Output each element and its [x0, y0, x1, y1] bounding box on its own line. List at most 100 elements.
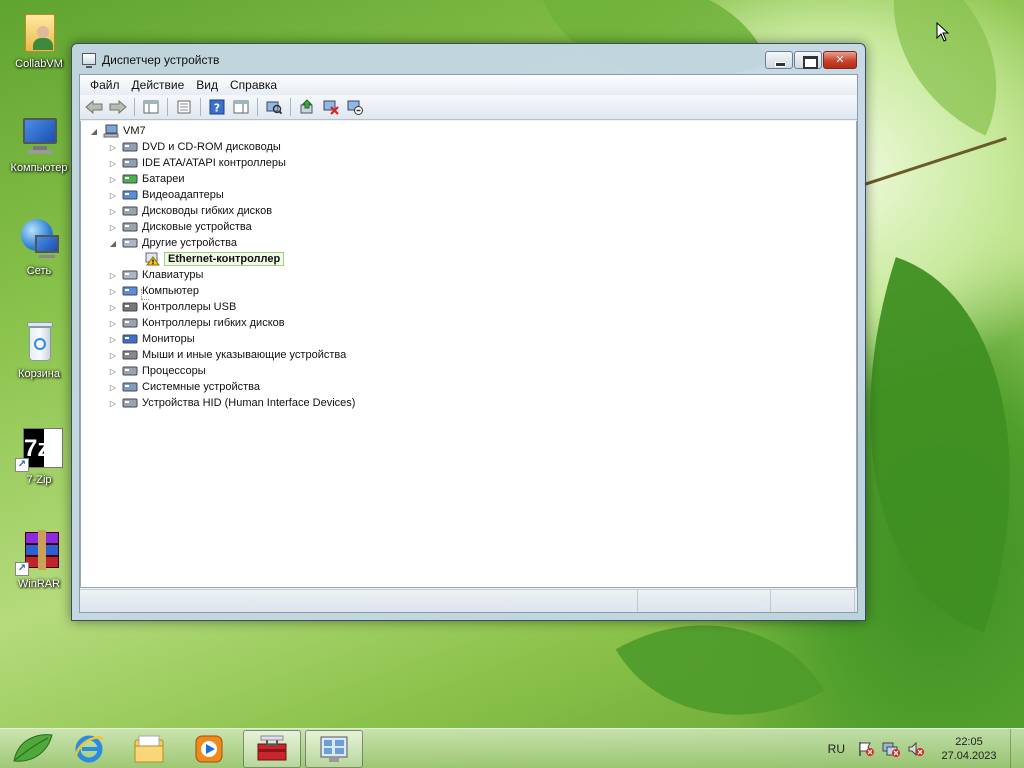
expand-icon[interactable]: ▷	[108, 158, 118, 168]
media-player-icon	[195, 735, 223, 763]
taskbar-toolbox[interactable]	[243, 730, 301, 768]
expand-icon[interactable]: ▷	[108, 222, 118, 232]
console-tree-icon	[143, 100, 159, 114]
tree-category-node[interactable]: ▷ Дисководы гибких дисков	[108, 203, 272, 219]
tree-device-label: Ethernet-контроллер	[164, 252, 285, 266]
desktop-icon-computer[interactable]: Компьютер	[4, 112, 74, 174]
expand-icon[interactable]: ▷	[108, 302, 118, 312]
desktop-icon-winrar[interactable]: ↗ WinRAR	[4, 528, 74, 590]
expand-icon[interactable]: ▷	[108, 350, 118, 360]
back-button[interactable]	[83, 97, 105, 117]
tree-root-node[interactable]: ◢ VM7	[89, 123, 146, 139]
device-manager-window[interactable]: Диспетчер устройств ✕ Файл Действие Вид …	[71, 43, 866, 621]
minimize-button[interactable]	[765, 51, 793, 69]
computer-node-icon	[103, 124, 119, 138]
title-bar[interactable]: Диспетчер устройств ✕	[72, 44, 865, 74]
taskbar-internet-explorer[interactable]	[60, 730, 118, 768]
menu-help[interactable]: Справка	[224, 78, 283, 92]
tree-category-node[interactable]: ▷ Устройства HID (Human Interface Devices…	[108, 395, 356, 411]
floppy-controller-icon	[122, 318, 138, 328]
expand-icon[interactable]: ▷	[108, 286, 118, 296]
expand-icon[interactable]: ▷	[108, 142, 118, 152]
maximize-button[interactable]	[794, 51, 822, 69]
network-tray-icon[interactable]	[882, 741, 900, 757]
expand-icon[interactable]: ▷	[108, 174, 118, 184]
expand-icon[interactable]: ▷	[108, 398, 118, 408]
tree-category-node[interactable]: ▷ Компьютер	[108, 283, 199, 299]
forward-button[interactable]	[107, 97, 129, 117]
menu-file[interactable]: Файл	[84, 78, 126, 92]
tree-category-label: Дисководы гибких дисков	[142, 205, 273, 217]
properties-icon	[177, 100, 191, 114]
tree-category-node[interactable]: ◢ Другие устройства	[108, 235, 237, 251]
tree-category-label: Мониторы	[142, 333, 195, 345]
tree-device-node[interactable]: Ethernet-контроллер	[144, 251, 285, 267]
volume-muted-icon[interactable]	[907, 741, 925, 757]
clock-date: 27.04.2023	[941, 750, 997, 762]
menu-action[interactable]: Действие	[126, 78, 191, 92]
action-center-icon[interactable]	[857, 741, 875, 757]
scan-hardware-button[interactable]	[263, 97, 285, 117]
tree-category-node[interactable]: ▷ Дисковые устройства	[108, 219, 252, 235]
help-button[interactable]: ?	[206, 97, 228, 117]
tree-category-node[interactable]: ▷ Клавиатуры	[108, 267, 203, 283]
tree-category-label: Другие устройства	[142, 237, 237, 249]
taskbar-media-player[interactable]	[180, 730, 238, 768]
desktop-icon-network[interactable]: Сеть	[4, 215, 74, 277]
tree-category-label: Дисковые устройства	[142, 221, 252, 233]
collapse-icon[interactable]: ◢	[108, 238, 118, 248]
expand-icon[interactable]: ▷	[108, 206, 118, 216]
close-button[interactable]: ✕	[823, 51, 857, 69]
uninstall-button[interactable]	[320, 97, 342, 117]
action-pane-button[interactable]	[230, 97, 252, 117]
expand-icon[interactable]: ▷	[108, 334, 118, 344]
battery-icon	[122, 174, 138, 184]
expand-icon[interactable]: ▷	[108, 382, 118, 392]
tree-category-node[interactable]: ▷ Батареи	[108, 171, 185, 187]
desktop-icon-collabvm[interactable]: CollabVM	[4, 8, 74, 70]
tree-category-node[interactable]: ▷ Видеоадаптеры	[108, 187, 224, 203]
tree-category-node[interactable]: ▷ Мыши и иные указывающие устройства	[108, 347, 346, 363]
window-client-area: Файл Действие Вид Справка ? ◢ VM7 ▷ DVD …	[79, 74, 858, 613]
properties-button[interactable]	[173, 97, 195, 117]
recycle-bin-icon	[15, 318, 63, 366]
collapse-icon[interactable]: ◢	[89, 126, 99, 136]
shortcut-arrow-icon: ↗	[15, 562, 29, 576]
status-pane	[771, 590, 855, 612]
language-indicator[interactable]: RU	[828, 742, 845, 756]
taskbar-device-manager[interactable]	[305, 730, 363, 768]
start-button[interactable]	[8, 731, 56, 767]
monitor-icon	[122, 334, 138, 344]
tree-category-node[interactable]: ▷ IDE ATA/ATAPI контроллеры	[108, 155, 286, 171]
tree-category-node[interactable]: ▷ Контроллеры гибких дисков	[108, 315, 285, 331]
desktop-icon-7zip[interactable]: 7z ↗ 7-Zip	[4, 424, 74, 486]
expand-icon[interactable]: ▷	[108, 270, 118, 280]
device-tree[interactable]: ◢ VM7 ▷ DVD и CD-ROM дисководы ▷ IDE ATA/AT…	[80, 121, 857, 588]
expand-icon[interactable]: ▷	[108, 190, 118, 200]
warning-device-icon	[145, 252, 160, 266]
expand-icon[interactable]: ▷	[108, 366, 118, 376]
tree-category-node[interactable]: ▷ Контроллеры USB	[108, 299, 236, 315]
disable-button[interactable]	[344, 97, 366, 117]
taskbar-explorer[interactable]	[120, 730, 178, 768]
computer-icon	[15, 112, 63, 160]
system-devices-icon	[122, 382, 138, 392]
tree-category-node[interactable]: ▷ Мониторы	[108, 331, 195, 347]
tree-category-label: Батареи	[142, 173, 185, 185]
expand-icon[interactable]: ▷	[108, 318, 118, 328]
show-hide-console-tree-button[interactable]	[140, 97, 162, 117]
status-pane	[638, 590, 771, 612]
clock-time: 22:05	[955, 736, 983, 748]
update-driver-button[interactable]	[296, 97, 318, 117]
tree-category-node[interactable]: ▷ Процессоры	[108, 363, 206, 379]
tree-category-node[interactable]: ▷ DVD и CD-ROM дисководы	[108, 139, 281, 155]
desktop-icon-recycle-bin[interactable]: Корзина	[4, 318, 74, 380]
tree-category-node[interactable]: ▷ Системные устройства	[108, 379, 260, 395]
7zip-icon: 7z ↗	[15, 424, 63, 472]
clock[interactable]: 22:05 27.04.2023	[932, 735, 1006, 763]
taskbar: RU 22:05 27.04.2023	[0, 728, 1024, 768]
show-desktop-button[interactable]	[1010, 729, 1024, 768]
shortcut-arrow-icon: ↗	[15, 458, 29, 472]
tree-category-label: DVD и CD-ROM дисководы	[142, 141, 281, 153]
menu-view[interactable]: Вид	[190, 78, 224, 92]
